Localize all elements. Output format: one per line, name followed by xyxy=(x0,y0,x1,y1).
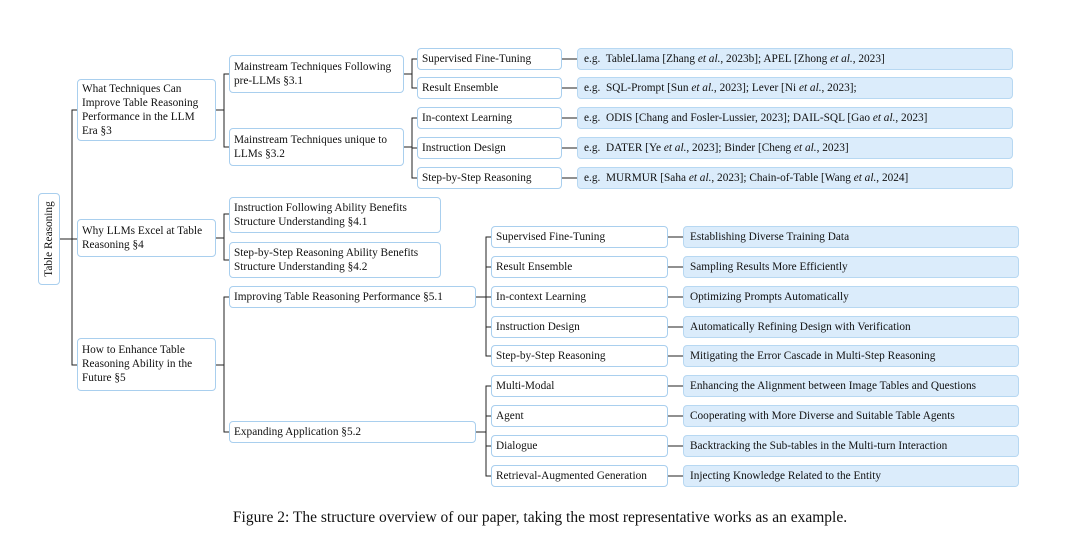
improving-item-node: Result Ensemble xyxy=(491,256,668,278)
root-node: Table Reasoning xyxy=(38,193,60,285)
expanding-item-node: Dialogue xyxy=(491,435,668,457)
technique-node: Supervised Fine-Tuning xyxy=(417,48,562,70)
example-leaf: e.g. TableLlama [Zhang et al., 2023b]; A… xyxy=(577,48,1013,70)
future-direction-leaf: Optimizing Prompts Automatically xyxy=(683,286,1019,308)
example-leaf: e.g. DATER [Ye et al., 2023]; Binder [Ch… xyxy=(577,137,1013,159)
section5-node: How to Enhance Table Reasoning Ability i… xyxy=(77,338,216,391)
future-direction-leaf: Establishing Diverse Training Data xyxy=(683,226,1019,248)
improving-item-node: Supervised Fine-Tuning xyxy=(491,226,668,248)
expanding-node: Expanding Application §5.2 xyxy=(229,421,476,443)
improving-item-node: In-context Learning xyxy=(491,286,668,308)
technique-node: Instruction Design xyxy=(417,137,562,159)
technique-node: Result Ensemble xyxy=(417,77,562,99)
mainstream-following-node: Mainstream Techniques Following pre-LLMs… xyxy=(229,55,404,93)
future-direction-leaf: Sampling Results More Efficiently xyxy=(683,256,1019,278)
future-direction-leaf: Mitigating the Error Cascade in Multi-St… xyxy=(683,345,1019,367)
future-direction-leaf: Automatically Refining Design with Verif… xyxy=(683,316,1019,338)
instruction-following-node: Instruction Following Ability Benefits S… xyxy=(229,197,441,233)
root-label: Table Reasoning xyxy=(43,201,55,277)
improving-item-node: Step-by-Step Reasoning xyxy=(491,345,668,367)
technique-node: In-context Learning xyxy=(417,107,562,129)
section4-node: Why LLMs Excel at Table Reasoning §4 xyxy=(77,219,216,257)
future-direction-leaf: Enhancing the Alignment between Image Ta… xyxy=(683,375,1019,397)
expanding-item-node: Retrieval-Augmented Generation xyxy=(491,465,668,487)
future-direction-leaf: Injecting Knowledge Related to the Entit… xyxy=(683,465,1019,487)
example-leaf: e.g. MURMUR [Saha et al., 2023]; Chain-o… xyxy=(577,167,1013,189)
improving-item-node: Instruction Design xyxy=(491,316,668,338)
technique-node: Step-by-Step Reasoning xyxy=(417,167,562,189)
improving-node: Improving Table Reasoning Performance §5… xyxy=(229,286,476,308)
figure-caption: Figure 2: The structure overview of our … xyxy=(232,509,848,526)
section3-node: What Techniques Can Improve Table Reason… xyxy=(77,79,216,141)
future-direction-leaf: Backtracking the Sub-tables in the Multi… xyxy=(683,435,1019,457)
expanding-item-node: Agent xyxy=(491,405,668,427)
step-by-step-ability-node: Step-by-Step Reasoning Ability Benefits … xyxy=(229,242,441,278)
example-leaf: e.g. ODIS [Chang and Fosler-Lussier, 202… xyxy=(577,107,1013,129)
example-leaf: e.g. SQL-Prompt [Sun et al., 2023]; Leve… xyxy=(577,77,1013,99)
mainstream-unique-node: Mainstream Techniques unique to LLMs §3.… xyxy=(229,128,404,166)
future-direction-leaf: Cooperating with More Diverse and Suitab… xyxy=(683,405,1019,427)
expanding-item-node: Multi-Modal xyxy=(491,375,668,397)
